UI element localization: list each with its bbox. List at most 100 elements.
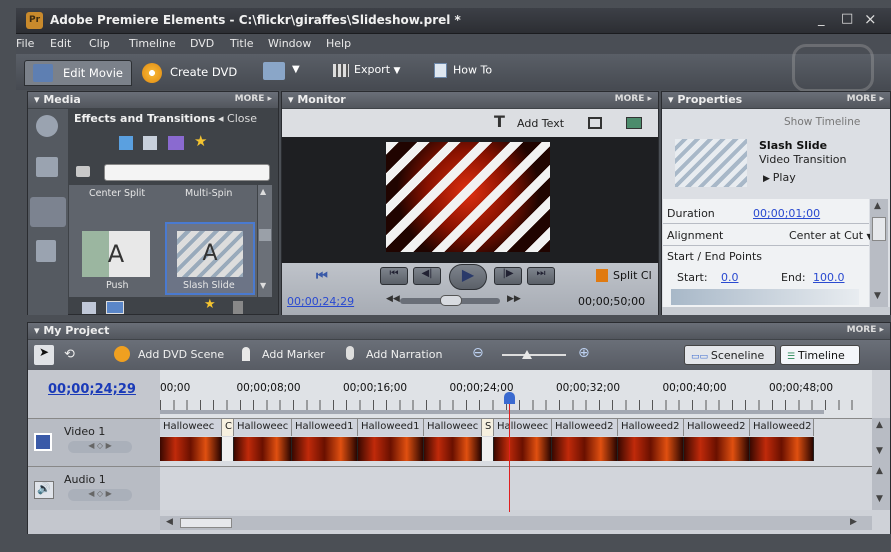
clip-label[interactable]: S <box>482 419 494 436</box>
clip-label[interactable]: Halloweed2 <box>684 419 750 436</box>
clip-label[interactable]: Halloweed2 <box>618 419 684 436</box>
push-label[interactable]: Push <box>106 280 129 291</box>
create-dvd-tab[interactable]: Create DVD <box>132 60 245 86</box>
safe-margins-icon[interactable] <box>588 117 602 129</box>
hscroll-thumb[interactable] <box>180 518 232 528</box>
menu-clip[interactable]: Clip <box>89 37 110 50</box>
menu-dvd[interactable]: DVD <box>190 37 214 50</box>
icon-view-icon[interactable] <box>106 301 124 314</box>
go-to-next-button[interactable]: ⏭ <box>527 267 555 285</box>
zoom-thumb[interactable] <box>522 350 532 359</box>
end-value[interactable]: 100.0 <box>813 271 845 284</box>
add-dvd-scene-button[interactable]: Add DVD Scene <box>138 348 224 361</box>
minimize-button[interactable]: _ <box>818 12 825 27</box>
play-button[interactable]: ▶ <box>449 264 487 290</box>
selection-tool-icon[interactable]: ➤ <box>34 345 54 365</box>
scroll-up-icon[interactable]: ▲ <box>876 466 883 476</box>
maximize-button[interactable]: □ <box>841 11 853 26</box>
scroll-down-icon[interactable]: ▼ <box>260 281 266 290</box>
rewind-to-previous-button[interactable]: ⏮ <box>380 267 408 285</box>
time-stretch-icon[interactable]: ⟲ <box>64 347 75 362</box>
sceneline-button[interactable]: ▭▭ Sceneline <box>684 345 776 365</box>
add-text-button[interactable]: Add Text <box>517 117 564 130</box>
step-back-button[interactable]: ◀| <box>413 267 441 285</box>
alignment-dropdown[interactable]: Center at Cut ▼ <box>789 229 873 242</box>
media-tab-icon[interactable] <box>36 157 58 177</box>
clip-label[interactable]: Halloweed2 <box>750 419 814 436</box>
center-split-label[interactable]: Center Split <box>89 188 145 199</box>
properties-play-button[interactable]: ▶ Play <box>763 171 796 184</box>
scroll-up-icon[interactable]: ▲ <box>876 420 883 430</box>
monitor-more-button[interactable]: MORE ▸ <box>615 94 652 104</box>
clip-label[interactable]: Halloweed2 <box>552 419 618 436</box>
work-area-bar[interactable] <box>160 410 824 414</box>
zoom-out-icon[interactable]: ⊖ <box>472 345 484 361</box>
shuttle-slider[interactable] <box>400 295 500 306</box>
start-value[interactable]: 0.0 <box>721 271 739 284</box>
scroll-up-icon[interactable]: ▲ <box>260 187 266 196</box>
show-timeline-link[interactable]: Show Timeline <box>784 116 860 128</box>
playhead[interactable] <box>503 392 515 512</box>
transitions-icon[interactable] <box>168 136 184 150</box>
slash-slide-thumbnail-selected[interactable]: A Slash Slide <box>165 222 255 295</box>
favorite-star-icon[interactable]: ★ <box>204 297 216 312</box>
trash-icon[interactable] <box>233 301 243 314</box>
clip-thumbnail[interactable] <box>494 437 552 461</box>
clip-label[interactable]: Halloweed1 <box>358 419 424 436</box>
clip-thumbnail[interactable] <box>160 437 222 461</box>
menu-window[interactable]: Window <box>268 37 311 50</box>
menu-file[interactable]: File <box>16 37 34 50</box>
menu-timeline[interactable]: Timeline <box>129 37 176 50</box>
clip-label[interactable]: C <box>222 419 234 436</box>
playhead-handle[interactable] <box>503 392 515 404</box>
split-clip-button[interactable]: Split Cl <box>613 269 657 282</box>
titles-tab-icon[interactable] <box>36 240 56 262</box>
audio-track[interactable] <box>160 466 872 510</box>
how-to-button[interactable]: How To <box>434 63 492 78</box>
list-view-icon[interactable] <box>82 302 96 314</box>
clip-thumbnail[interactable] <box>234 437 292 461</box>
clip-thumbnail[interactable] <box>222 437 234 461</box>
add-narration-button[interactable]: Add Narration <box>366 348 442 361</box>
clip-thumbnail[interactable] <box>684 437 750 461</box>
edit-movie-tab[interactable]: Edit Movie <box>24 60 132 86</box>
effects-scrollbar[interactable]: ▲ ▼ <box>258 185 272 297</box>
scroll-down-icon[interactable]: ▼ <box>876 494 883 504</box>
properties-scrollbar[interactable]: ▲ ▼ <box>870 199 888 307</box>
project-more-button[interactable]: MORE ▸ <box>847 325 884 335</box>
clip-thumbnail[interactable] <box>552 437 618 461</box>
scroll-down-icon[interactable]: ▼ <box>876 446 883 456</box>
multi-spin-label[interactable]: Multi-Spin <box>185 188 232 199</box>
speaker-icon[interactable]: 🔊 <box>34 481 54 499</box>
scroll-right-icon[interactable]: ▶ <box>850 517 857 527</box>
scroll-left-icon[interactable]: ◀ <box>166 517 173 527</box>
timeline-vscroll[interactable]: ▲ ▼ ▲ ▼ <box>872 418 890 510</box>
add-marker-button[interactable]: Add Marker <box>262 348 325 361</box>
shuttle-thumb[interactable] <box>440 295 462 306</box>
clip-label[interactable]: Halloweed1 <box>292 419 358 436</box>
timeline-hscroll[interactable]: ◀ ▶ <box>160 516 872 530</box>
properties-more-button[interactable]: MORE ▸ <box>847 94 884 104</box>
organize-tab-icon[interactable] <box>36 115 58 137</box>
audio-effects-icon[interactable] <box>143 136 157 150</box>
zoom-slider[interactable] <box>502 350 566 359</box>
effects-search-input[interactable] <box>104 164 270 181</box>
clip-label[interactable]: Halloweec <box>160 419 222 436</box>
chevron-down-icon[interactable]: ▼ <box>292 64 300 75</box>
keyframe-nav[interactable]: ◀ ◇ ▶ <box>68 489 132 501</box>
scroll-down-icon[interactable]: ▼ <box>874 291 881 301</box>
duration-value[interactable]: 00;00;01;00 <box>753 207 820 220</box>
zoom-in-icon[interactable]: ⊕ <box>578 345 590 361</box>
menu-edit[interactable]: Edit <box>50 37 71 50</box>
scroll-up-icon[interactable]: ▲ <box>874 201 881 211</box>
clip-thumbnail[interactable] <box>618 437 684 461</box>
keyframe-nav[interactable]: ◀ ◇ ▶ <box>68 441 132 453</box>
monitor-current-time[interactable]: 00;00;24;29 <box>287 295 354 308</box>
step-forward-button[interactable]: |▶ <box>494 267 522 285</box>
clip-thumbnail[interactable] <box>358 437 424 461</box>
push-thumbnail[interactable]: A <box>82 231 150 277</box>
clip-thumbnail[interactable] <box>482 437 494 461</box>
close-button[interactable]: × <box>864 10 877 28</box>
video-track-icon[interactable] <box>34 433 52 451</box>
clip-label[interactable]: Halloweec <box>234 419 292 436</box>
